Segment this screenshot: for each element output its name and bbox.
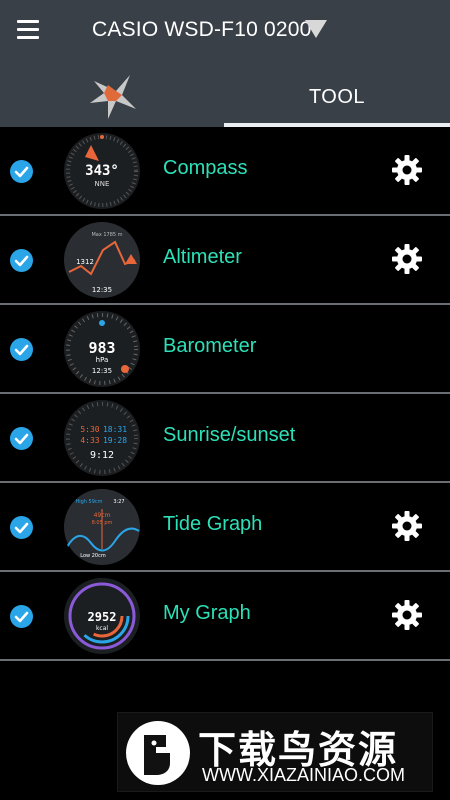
checkbox-checked-icon[interactable]	[10, 338, 33, 361]
my-graph-watch-face: 2952 kcal	[63, 576, 141, 656]
watermark-banner: 下载鸟资源 WWW.XIAZAINIAO.COM	[117, 712, 433, 792]
tool-row-sunrise-sunset[interactable]: 5:30 18:31 4:33 19:28 9:12 Sunrise/sunse…	[0, 394, 450, 483]
tool-row-barometer[interactable]: 983 hPa 12:35 Barometer	[0, 305, 450, 394]
sunset-d-text: 19:28	[103, 436, 127, 445]
barometer-watch-face: 983 hPa 12:35	[63, 309, 141, 389]
dropdown-triangle-icon[interactable]	[305, 20, 327, 38]
sunrise-watch-face: 5:30 18:31 4:33 19:28 9:12	[63, 398, 141, 478]
tool-label: Compass	[163, 157, 248, 179]
tide-current-text: 49cm	[94, 512, 111, 519]
sunset-b-text: 18:31	[103, 425, 127, 434]
my-graph-unit-text: kcal	[96, 625, 108, 632]
tide-high-time-text: 3:27	[113, 499, 124, 505]
compass-direction-text: NNE	[95, 180, 110, 188]
altimeter-max-text: Max 1785 m	[91, 232, 122, 238]
barometer-time-text: 12:35	[92, 367, 112, 375]
sunrise-c-text: 4:33	[80, 436, 99, 445]
my-graph-value-text: 2952	[88, 610, 117, 624]
settings-gear-icon[interactable]	[390, 509, 424, 543]
tab-tool[interactable]: TOOL	[224, 67, 450, 127]
tide-watch-face: High 59cm 3:27 49cm 8:05 pm Low 20cm	[63, 487, 141, 567]
checkbox-checked-icon[interactable]	[10, 605, 33, 628]
hamburger-menu-icon[interactable]	[17, 20, 41, 40]
tool-list: 343° NNE Compass Max 1785 m 1312 12:35 A…	[0, 127, 450, 661]
app-logo-icon	[90, 75, 136, 119]
settings-gear-icon[interactable]	[390, 242, 424, 276]
watermark-logo-icon	[126, 721, 190, 785]
tide-high-text: High 59cm	[75, 499, 102, 505]
altimeter-watch-face: Max 1785 m 1312 12:35	[63, 220, 141, 300]
compass-heading-text: 343°	[85, 163, 119, 179]
settings-gear-icon[interactable]	[390, 153, 424, 187]
sun-time-text: 9:12	[90, 450, 114, 461]
settings-gear-icon[interactable]	[390, 598, 424, 632]
tab-app-logo[interactable]	[0, 67, 224, 127]
tide-current-time-text: 8:05 pm	[92, 520, 113, 526]
checkbox-checked-icon[interactable]	[10, 516, 33, 539]
watermark-url-text: WWW.XIAZAINIAO.COM	[202, 765, 405, 785]
tool-label: Barometer	[163, 335, 257, 357]
checkbox-checked-icon[interactable]	[10, 427, 33, 450]
tab-bar: TOOL	[0, 67, 450, 127]
tool-row-tide-graph[interactable]: High 59cm 3:27 49cm 8:05 pm Low 20cm Tid…	[0, 483, 450, 572]
tool-label: My Graph	[163, 602, 251, 624]
checkbox-checked-icon[interactable]	[10, 249, 33, 272]
tool-row-compass[interactable]: 343° NNE Compass	[0, 127, 450, 216]
tool-label: Altimeter	[163, 246, 242, 268]
tide-low-text: Low 20cm	[80, 553, 106, 559]
tool-row-my-graph[interactable]: 2952 kcal My Graph	[0, 572, 450, 661]
tab-tool-label: TOOL	[308, 85, 366, 108]
device-selector-title[interactable]: CASIO WSD-F10 0200	[92, 18, 312, 42]
compass-watch-face: 343° NNE	[63, 131, 141, 211]
tool-row-altimeter[interactable]: Max 1785 m 1312 12:35 Altimeter	[0, 216, 450, 305]
top-app-bar: CASIO WSD-F10 0200	[0, 0, 450, 67]
barometer-unit-text: hPa	[96, 356, 109, 364]
altimeter-value-text: 1312	[76, 258, 94, 266]
checkbox-checked-icon[interactable]	[10, 160, 33, 183]
barometer-value-text: 983	[88, 339, 115, 357]
tool-label: Sunrise/sunset	[163, 424, 296, 446]
sunrise-a-text: 5:30	[80, 425, 99, 434]
altimeter-time-text: 12:35	[92, 286, 112, 294]
tool-label: Tide Graph	[163, 513, 263, 535]
